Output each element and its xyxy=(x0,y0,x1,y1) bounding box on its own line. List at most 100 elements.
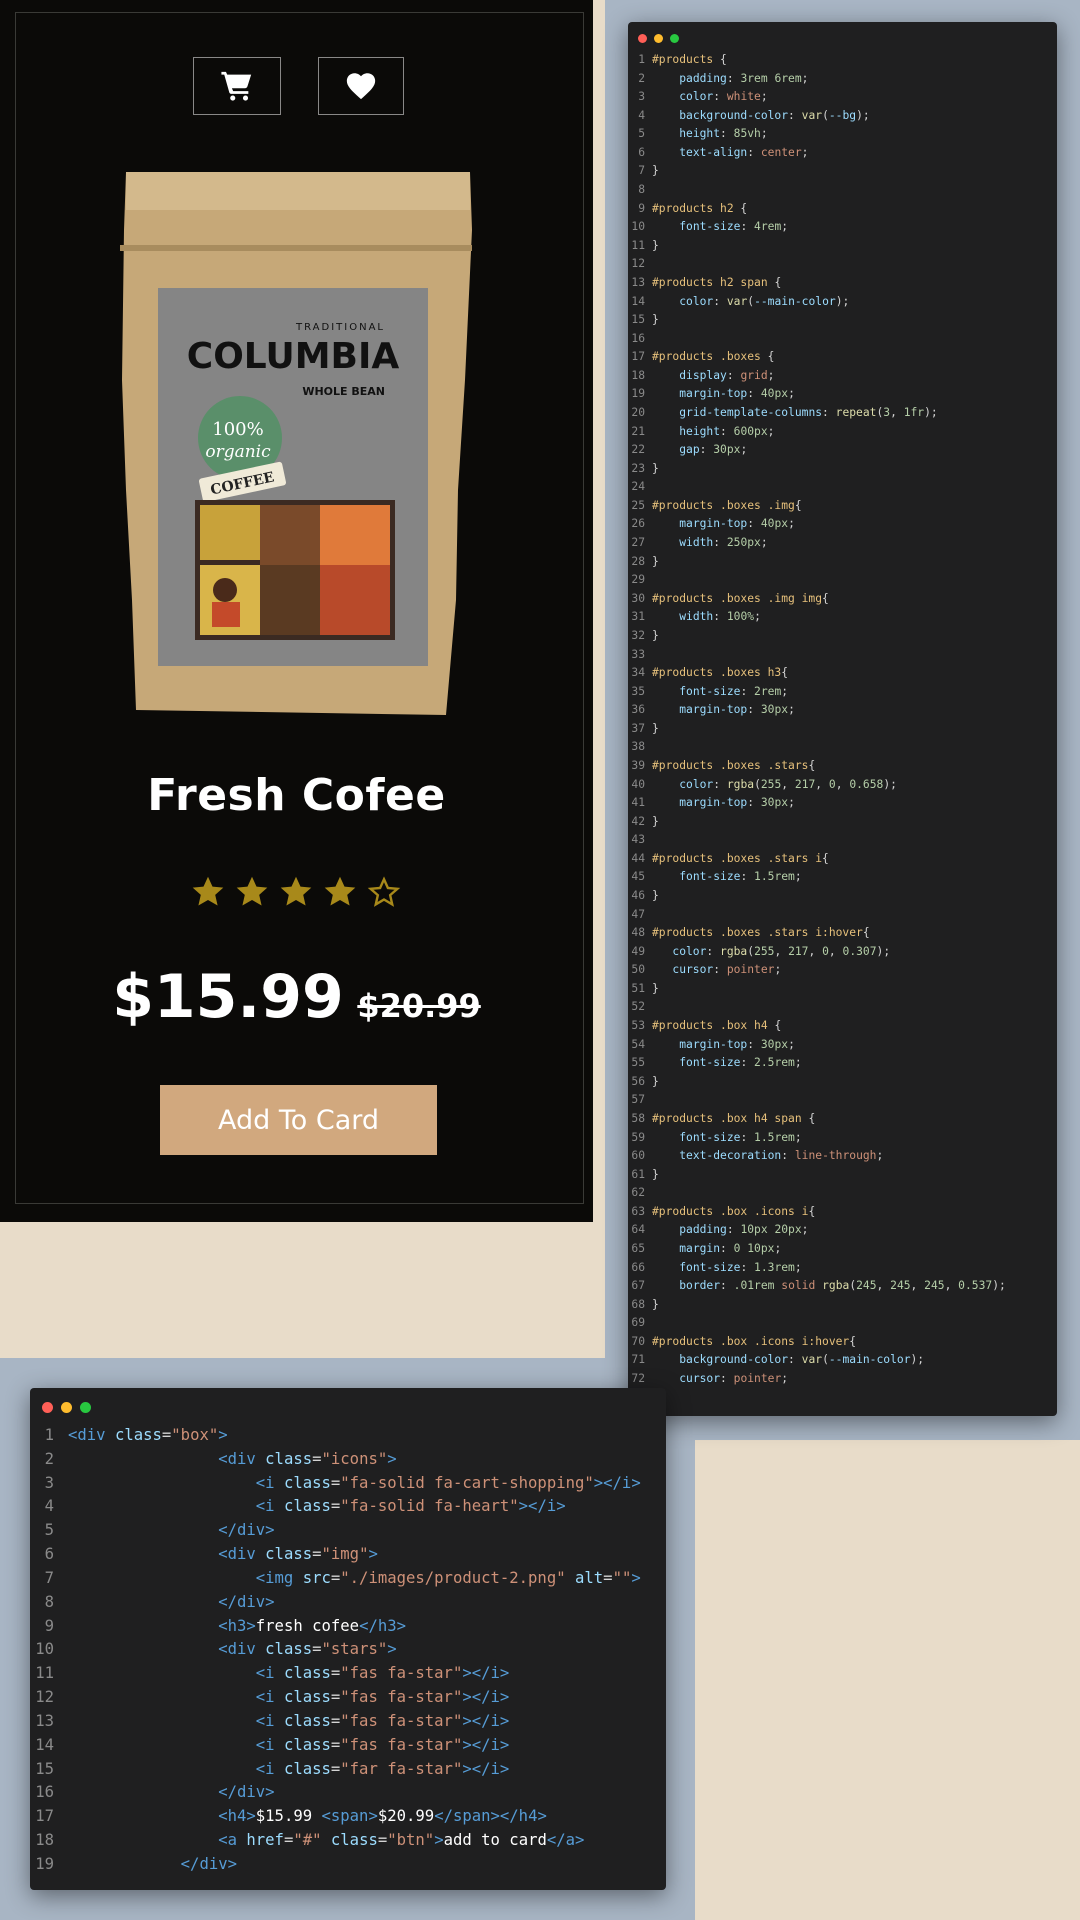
code-token: ; xyxy=(788,703,795,717)
code-line: 67 border: .01rem solid rgba(245, 245, 2… xyxy=(628,1277,1005,1296)
line-number: 10 xyxy=(35,1640,54,1659)
code-token: : xyxy=(740,870,755,884)
cart-button[interactable] xyxy=(193,57,281,115)
code-token: { xyxy=(767,350,775,364)
code-token: ; xyxy=(794,1056,802,1070)
code-token: class xyxy=(265,1449,313,1468)
wishlist-button[interactable] xyxy=(318,57,404,115)
line-number: 33 xyxy=(631,647,645,661)
line-number: 47 xyxy=(631,907,645,921)
code-token: src xyxy=(302,1568,331,1587)
code-token: var xyxy=(726,294,748,308)
code-line: 20 grid-template-columns: repeat(3, 1fr)… xyxy=(628,404,1006,423)
code-line: 12 xyxy=(628,255,1006,274)
code-token: , xyxy=(944,1279,959,1293)
code-token: font-size xyxy=(679,684,741,698)
code-token: 40px xyxy=(760,517,789,531)
star-filled-icon[interactable] xyxy=(322,874,358,910)
star-filled-icon[interactable] xyxy=(234,874,270,910)
code-token: = xyxy=(330,1497,341,1516)
code-token: solid xyxy=(781,1279,816,1293)
code-token: = xyxy=(330,1664,341,1683)
code-token: : xyxy=(726,71,741,85)
line-number: 11 xyxy=(631,238,645,252)
code-token: #products .boxes .stars i:hover xyxy=(652,926,863,940)
code-line: 64 padding: 10px 20px; xyxy=(628,1221,1006,1240)
code-token: color xyxy=(672,944,707,958)
close-dot-icon[interactable] xyxy=(42,1402,53,1413)
code-token: 0.307 xyxy=(842,944,877,958)
minimize-dot-icon[interactable] xyxy=(654,34,663,43)
product-title: Fresh Cofee xyxy=(147,770,446,821)
code-token: #products .box .icons i xyxy=(652,1204,809,1218)
code-token: ></i> xyxy=(462,1759,510,1778)
line-number: 4 xyxy=(44,1497,54,1516)
code-token: } xyxy=(652,238,659,252)
line-number: 53 xyxy=(631,1019,645,1033)
code-token: class xyxy=(283,1497,331,1516)
code-token: ></i> xyxy=(593,1473,641,1492)
line-number: 5 xyxy=(44,1521,54,1540)
code-token: cursor xyxy=(679,1372,721,1386)
code-token: : xyxy=(713,294,727,308)
star-filled-icon[interactable] xyxy=(190,874,226,910)
code-token: 217 xyxy=(794,777,816,791)
code-token: , xyxy=(781,777,795,791)
old-price: $20.99 xyxy=(357,987,481,1025)
code-token: class xyxy=(265,1545,313,1564)
code-line: 49 color: rgba(255, 217, 0, 0.307); xyxy=(628,943,1006,962)
code-token: } xyxy=(652,889,659,903)
code-token: } xyxy=(652,814,659,828)
code-line: 9 #products h2 { xyxy=(628,200,1006,219)
code-token: : xyxy=(720,127,734,141)
code-token: ); xyxy=(910,1353,925,1367)
line-number: 13 xyxy=(631,275,645,289)
code-line: 44 #products .boxes .stars i{ xyxy=(628,850,1006,869)
line-number: 46 xyxy=(631,889,645,903)
code-line: 29 xyxy=(628,571,1006,590)
code-token: class xyxy=(283,1664,331,1683)
maximize-dot-icon[interactable] xyxy=(80,1402,91,1413)
code-token: "#" xyxy=(293,1831,322,1850)
cart-icon xyxy=(221,71,252,101)
code-token: : xyxy=(747,1037,761,1051)
code-token: } xyxy=(652,164,659,178)
code-line: 4 background-color: var(--bg); xyxy=(628,107,1006,126)
code-token: alt xyxy=(575,1568,604,1587)
add-to-cart-button[interactable]: Add To Card xyxy=(160,1085,437,1155)
code-token: } xyxy=(652,628,659,642)
code-token: ; xyxy=(801,71,809,85)
code-token: = xyxy=(312,1640,322,1659)
star-filled-icon[interactable] xyxy=(278,874,314,910)
line-number: 1 xyxy=(44,1426,54,1444)
line-number: 35 xyxy=(631,684,645,698)
code-line: 73} xyxy=(628,1389,1006,1408)
line-number: 14 xyxy=(631,294,645,308)
code-token: { xyxy=(720,53,727,66)
code-token: href xyxy=(246,1831,284,1850)
line-number: 9 xyxy=(44,1616,54,1635)
code-token: 1.3rem xyxy=(754,1260,795,1274)
close-dot-icon[interactable] xyxy=(638,34,647,43)
code-token: #products .boxes .stars i xyxy=(652,851,823,865)
code-line: 5 height: 85vh; xyxy=(628,125,1006,144)
code-token: ; xyxy=(794,1130,802,1144)
code-token: text-decoration xyxy=(679,1149,782,1163)
code-token: var xyxy=(801,108,823,122)
code-token: ); xyxy=(924,405,938,419)
line-number: 58 xyxy=(631,1111,645,1125)
code-token: } xyxy=(652,981,659,995)
star-empty-icon[interactable] xyxy=(366,874,402,910)
code-token: <div xyxy=(218,1545,266,1564)
minimize-dot-icon[interactable] xyxy=(61,1402,72,1413)
code-token: 1fr xyxy=(903,405,925,419)
maximize-dot-icon[interactable] xyxy=(670,34,679,43)
